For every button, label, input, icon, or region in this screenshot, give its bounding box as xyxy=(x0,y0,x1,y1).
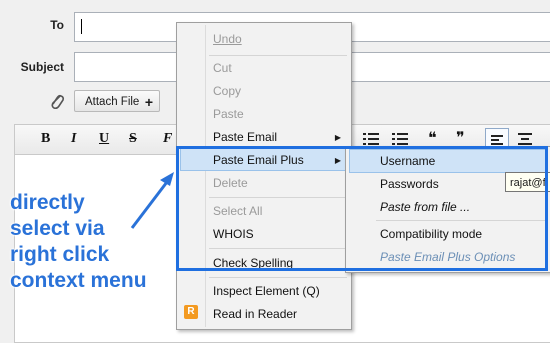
annotation-line: select via xyxy=(10,217,105,240)
annotation-line: directly xyxy=(10,191,85,214)
annotation-text: directly select via right click context … xyxy=(10,190,180,294)
annotation-line: right click xyxy=(10,243,110,266)
annotation-line: context menu xyxy=(10,269,147,292)
